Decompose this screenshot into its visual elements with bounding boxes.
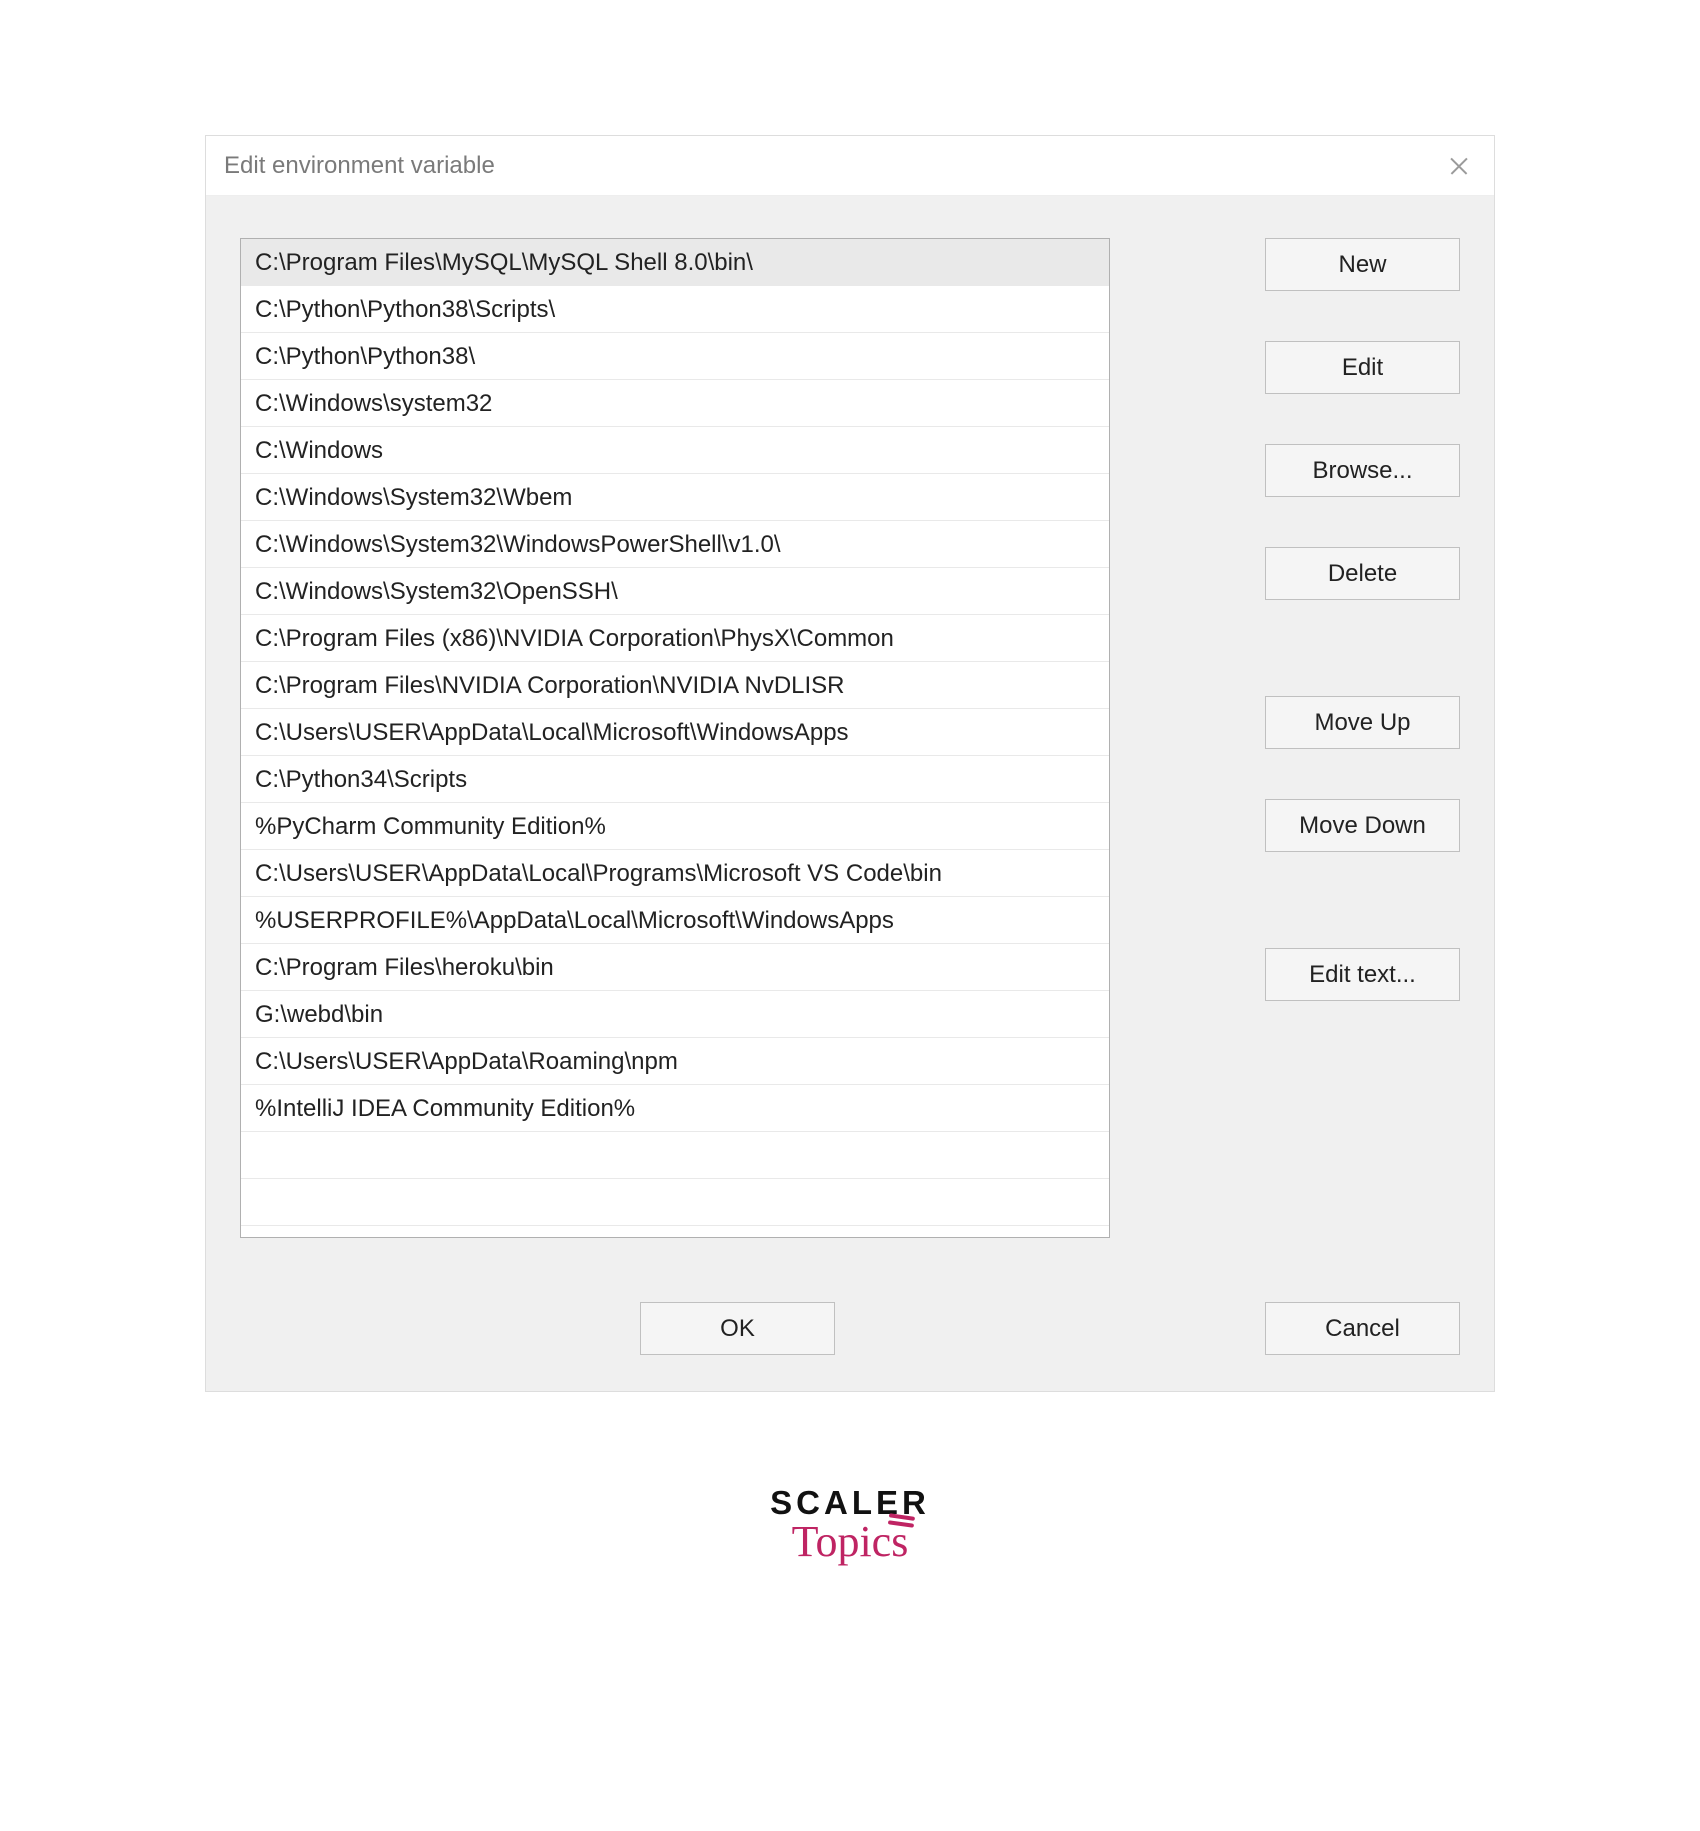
ok-button[interactable]: OK (640, 1302, 835, 1355)
edit-button[interactable]: Edit (1265, 341, 1460, 394)
path-entry[interactable]: C:\Program Files\MySQL\MySQL Shell 8.0\b… (241, 239, 1109, 286)
browse-button[interactable]: Browse... (1265, 444, 1460, 497)
cancel-button[interactable]: Cancel (1265, 1302, 1460, 1355)
move-down-button[interactable]: Move Down (1265, 799, 1460, 852)
path-entry[interactable]: C:\Windows\System32\Wbem (241, 474, 1109, 521)
path-entry[interactable]: C:\Python\Python38\ (241, 333, 1109, 380)
path-entry[interactable]: %PyCharm Community Edition% (241, 803, 1109, 850)
path-entry[interactable]: C:\Python\Python38\Scripts\ (241, 286, 1109, 333)
path-entry[interactable]: C:\Users\USER\AppData\Local\Programs\Mic… (241, 850, 1109, 897)
path-entry[interactable]: C:\Program Files\heroku\bin (241, 944, 1109, 991)
path-entry-empty[interactable] (241, 1132, 1109, 1179)
path-listbox[interactable]: C:\Program Files\MySQL\MySQL Shell 8.0\b… (240, 238, 1110, 1238)
titlebar: Edit environment variable (206, 136, 1494, 196)
path-entry[interactable]: C:\Program Files\NVIDIA Corporation\NVID… (241, 662, 1109, 709)
path-entry[interactable]: C:\Users\USER\AppData\Local\Microsoft\Wi… (241, 709, 1109, 756)
path-entry[interactable]: C:\Windows\System32\OpenSSH\ (241, 568, 1109, 615)
path-entry[interactable]: G:\webd\bin (241, 991, 1109, 1038)
close-icon[interactable] (1448, 155, 1470, 177)
path-entry[interactable]: %USERPROFILE%\AppData\Local\Microsoft\Wi… (241, 897, 1109, 944)
new-button[interactable]: New (1265, 238, 1460, 291)
path-entry[interactable]: C:\Users\USER\AppData\Roaming\npm (241, 1038, 1109, 1085)
path-entry[interactable]: C:\Windows (241, 427, 1109, 474)
path-entry[interactable]: C:\Program Files (x86)\NVIDIA Corporatio… (241, 615, 1109, 662)
move-up-button[interactable]: Move Up (1265, 696, 1460, 749)
edit-env-var-dialog: Edit environment variable C:\Program Fil… (205, 135, 1495, 1392)
dialog-title: Edit environment variable (224, 152, 495, 180)
edit-text-button[interactable]: Edit text... (1265, 948, 1460, 1001)
path-entry-empty[interactable] (241, 1179, 1109, 1226)
path-entry[interactable]: %IntelliJ IDEA Community Edition% (241, 1085, 1109, 1132)
brand-line2: Topics (792, 1516, 909, 1567)
path-entry[interactable]: C:\Windows\system32 (241, 380, 1109, 427)
dialog-footer: OK Cancel (240, 1302, 1460, 1355)
delete-button[interactable]: Delete (1265, 547, 1460, 600)
branding: SCALER Topics (205, 1484, 1495, 1567)
dialog-client-area: C:\Program Files\MySQL\MySQL Shell 8.0\b… (206, 196, 1494, 1391)
side-button-column: New Edit Browse... Delete Move Up Move D… (1144, 238, 1460, 1238)
path-entry[interactable]: C:\Python34\Scripts (241, 756, 1109, 803)
path-entry[interactable]: C:\Windows\System32\WindowsPowerShell\v1… (241, 521, 1109, 568)
